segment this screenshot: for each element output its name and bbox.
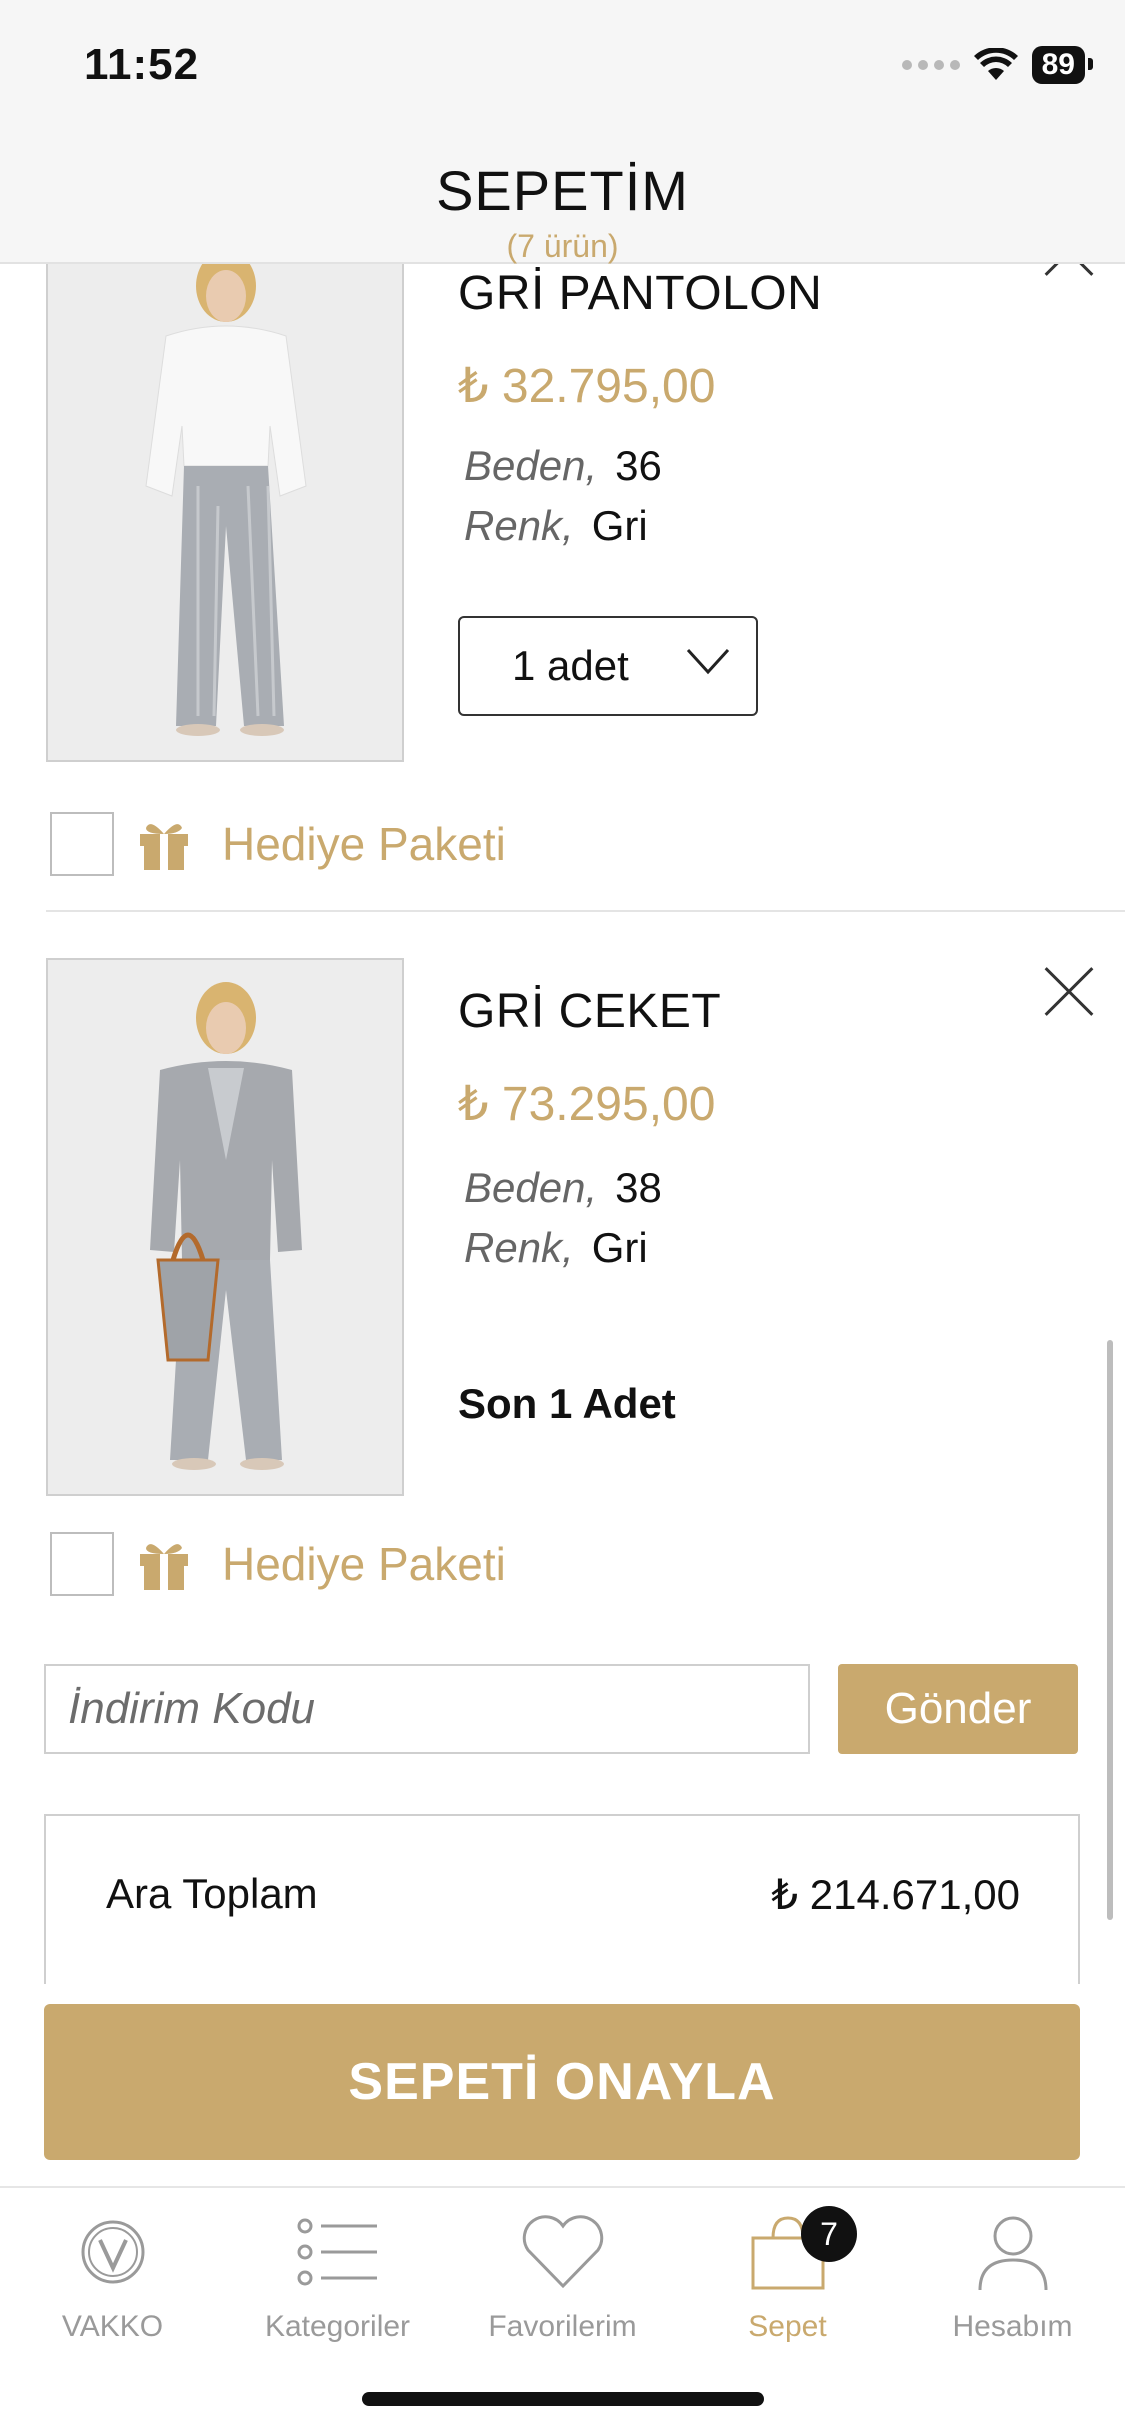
- quantity-value: 1 adet: [512, 642, 629, 689]
- subtotal-label: Ara Toplam: [106, 1870, 318, 1917]
- tab-categories[interactable]: Kategoriler: [225, 2212, 450, 2344]
- product-price: ₺ 73.295,00: [458, 1078, 716, 1131]
- gift-wrap-label[interactable]: Hediye Paketi: [222, 817, 506, 871]
- color-value: Gri: [591, 1224, 648, 1271]
- tab-label: Kategoriler: [264, 2310, 411, 2343]
- gift-wrap-row: Hediye Paketi: [50, 812, 506, 876]
- gift-wrap-row: Hediye Paketi: [50, 1532, 506, 1596]
- wifi-icon: [973, 48, 1018, 80]
- gift-icon: [140, 1544, 188, 1590]
- status-bar: 11:52 89: [0, 0, 1125, 140]
- tab-label: Favorilerim: [488, 2310, 637, 2343]
- remove-item-button[interactable]: [1042, 264, 1096, 278]
- size-value: 36: [615, 442, 662, 489]
- tab-cart[interactable]: 7 Sepet: [675, 2206, 900, 2344]
- tab-label: VAKKO: [61, 2310, 164, 2343]
- color-value: Gri: [591, 502, 648, 549]
- order-summary: Ara Toplam ₺ 214.671,00: [44, 1814, 1080, 1984]
- home-indicator[interactable]: [362, 2392, 764, 2406]
- battery-indicator: 89: [1031, 46, 1094, 84]
- status-time: 11:52: [84, 40, 200, 89]
- gift-icon: [140, 824, 188, 870]
- tab-favorites[interactable]: Favorilerim: [450, 2212, 675, 2344]
- status-indicators: 89: [901, 46, 1094, 84]
- tab-label: Hesabım: [952, 2310, 1073, 2343]
- gift-wrap-checkbox[interactable]: [50, 812, 114, 876]
- remove-item-button[interactable]: [1042, 964, 1096, 1018]
- scrollbar[interactable]: [1107, 1340, 1113, 1920]
- cart-header: SEPETİM (7 ürün): [0, 140, 1125, 264]
- product-image[interactable]: [46, 958, 404, 1496]
- discount-code-input[interactable]: [44, 1664, 810, 1754]
- tab-label: Sepet: [748, 2310, 827, 2343]
- user-icon: [978, 2216, 1047, 2291]
- list-icon: [297, 2218, 377, 2286]
- confirm-cart-button[interactable]: SEPETİ ONAYLA: [44, 2004, 1080, 2160]
- chevron-down-icon: [686, 648, 730, 675]
- product-name[interactable]: GRİ PANTOLON: [458, 266, 822, 321]
- item-count: (7 ürün): [506, 228, 619, 264]
- size-row: Beden, 38: [464, 1164, 662, 1212]
- cart-badge: 7: [801, 2206, 857, 2262]
- page-title: SEPETİM: [436, 159, 689, 222]
- product-photo: [48, 960, 402, 1494]
- size-row: Beden, 36: [464, 442, 662, 490]
- cart-item: GRİ CEKET ₺ 73.295,00 Beden, 38 Renk, Gri …: [46, 958, 1096, 1498]
- tab-vakko[interactable]: VAKKO: [0, 2212, 225, 2344]
- stock-note: Son 1 Adet: [458, 1380, 676, 1427]
- color-label: Renk,: [464, 502, 574, 549]
- size-label: Beden,: [464, 1164, 598, 1211]
- divider: [46, 910, 1125, 912]
- tab-account[interactable]: Hesabım: [900, 2212, 1125, 2344]
- quantity-select[interactable]: 1 adet: [458, 616, 758, 716]
- size-value: 38: [615, 1164, 662, 1211]
- heart-icon: [522, 2215, 603, 2289]
- signal-icon: [901, 60, 960, 70]
- gift-wrap-label[interactable]: Hediye Paketi: [222, 1537, 506, 1591]
- color-row: Renk, Gri: [464, 1224, 648, 1272]
- product-price: ₺ 32.795,00: [458, 360, 716, 413]
- size-label: Beden,: [464, 442, 598, 489]
- gift-wrap-checkbox[interactable]: [50, 1532, 114, 1596]
- vakko-logo-icon: [81, 2220, 144, 2284]
- cart-item: GRİ PANTOLON ₺ 32.795,00 Beden, 36 Renk, G…: [46, 264, 1096, 824]
- subtotal-value: ₺ 214.671,00: [771, 1871, 1020, 1918]
- apply-discount-button[interactable]: Gönder: [838, 1664, 1078, 1754]
- color-row: Renk, Gri: [464, 502, 648, 550]
- product-photo: [48, 264, 402, 760]
- product-name[interactable]: GRİ CEKET: [458, 984, 721, 1039]
- color-label: Renk,: [464, 1224, 574, 1271]
- product-image[interactable]: [46, 264, 404, 762]
